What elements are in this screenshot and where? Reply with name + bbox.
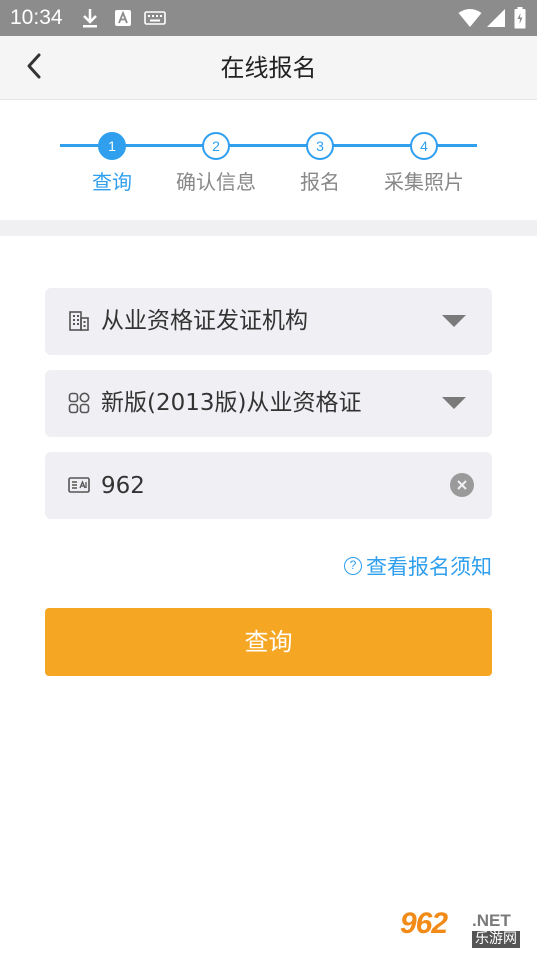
- caret-down-icon: [442, 315, 466, 327]
- battery-icon: [514, 0, 526, 36]
- id-number-field[interactable]: [45, 452, 492, 519]
- site-watermark-logo: 962 .NET 乐游网: [396, 905, 532, 951]
- status-time: 10:34: [10, 6, 63, 29]
- step-4-number: 4: [410, 132, 438, 160]
- step-1-number: 1: [98, 132, 126, 160]
- building-icon: [67, 309, 91, 333]
- wifi-icon: [458, 0, 482, 36]
- download-icon: [80, 0, 100, 36]
- issuer-select-value: 从业资格证发证机构: [101, 308, 308, 334]
- a-badge-icon: [114, 0, 132, 36]
- step-2-number: 2: [202, 132, 230, 160]
- signal-icon: [486, 0, 506, 36]
- step-3-number: 3: [306, 132, 334, 160]
- view-notice-link[interactable]: ? 查看报名须知: [344, 550, 492, 582]
- page-title: 在线报名: [220, 54, 317, 82]
- keyboard-icon: [144, 0, 166, 36]
- id-number-input[interactable]: [101, 452, 431, 519]
- caret-down-icon: [442, 397, 466, 409]
- step-4-label: 采集照片: [384, 170, 464, 194]
- status-bar: 10:34: [0, 0, 537, 36]
- question-circle-icon: ?: [344, 557, 362, 575]
- step-4: 4 采集照片: [359, 100, 489, 220]
- grid-icon: [67, 391, 91, 415]
- watermark-site-name: 乐游网: [472, 931, 520, 948]
- section-divider: [0, 220, 537, 236]
- version-select-value: 新版(2013版)从业资格证: [101, 390, 362, 416]
- query-button[interactable]: 查询: [45, 608, 492, 676]
- app-header: 在线报名: [0, 36, 537, 100]
- issuer-select[interactable]: 从业资格证发证机构: [45, 288, 492, 355]
- id-card-icon: [67, 473, 91, 497]
- version-select[interactable]: 新版(2013版)从业资格证: [45, 370, 492, 437]
- clear-circle-icon[interactable]: [450, 473, 474, 497]
- step-indicator: 1 查询 2 确认信息 3 报名 4 采集照片: [0, 100, 537, 220]
- notice-link-label: 查看报名须知: [366, 555, 492, 579]
- watermark-number: 962: [400, 907, 448, 940]
- watermark-domain: .NET: [472, 911, 511, 930]
